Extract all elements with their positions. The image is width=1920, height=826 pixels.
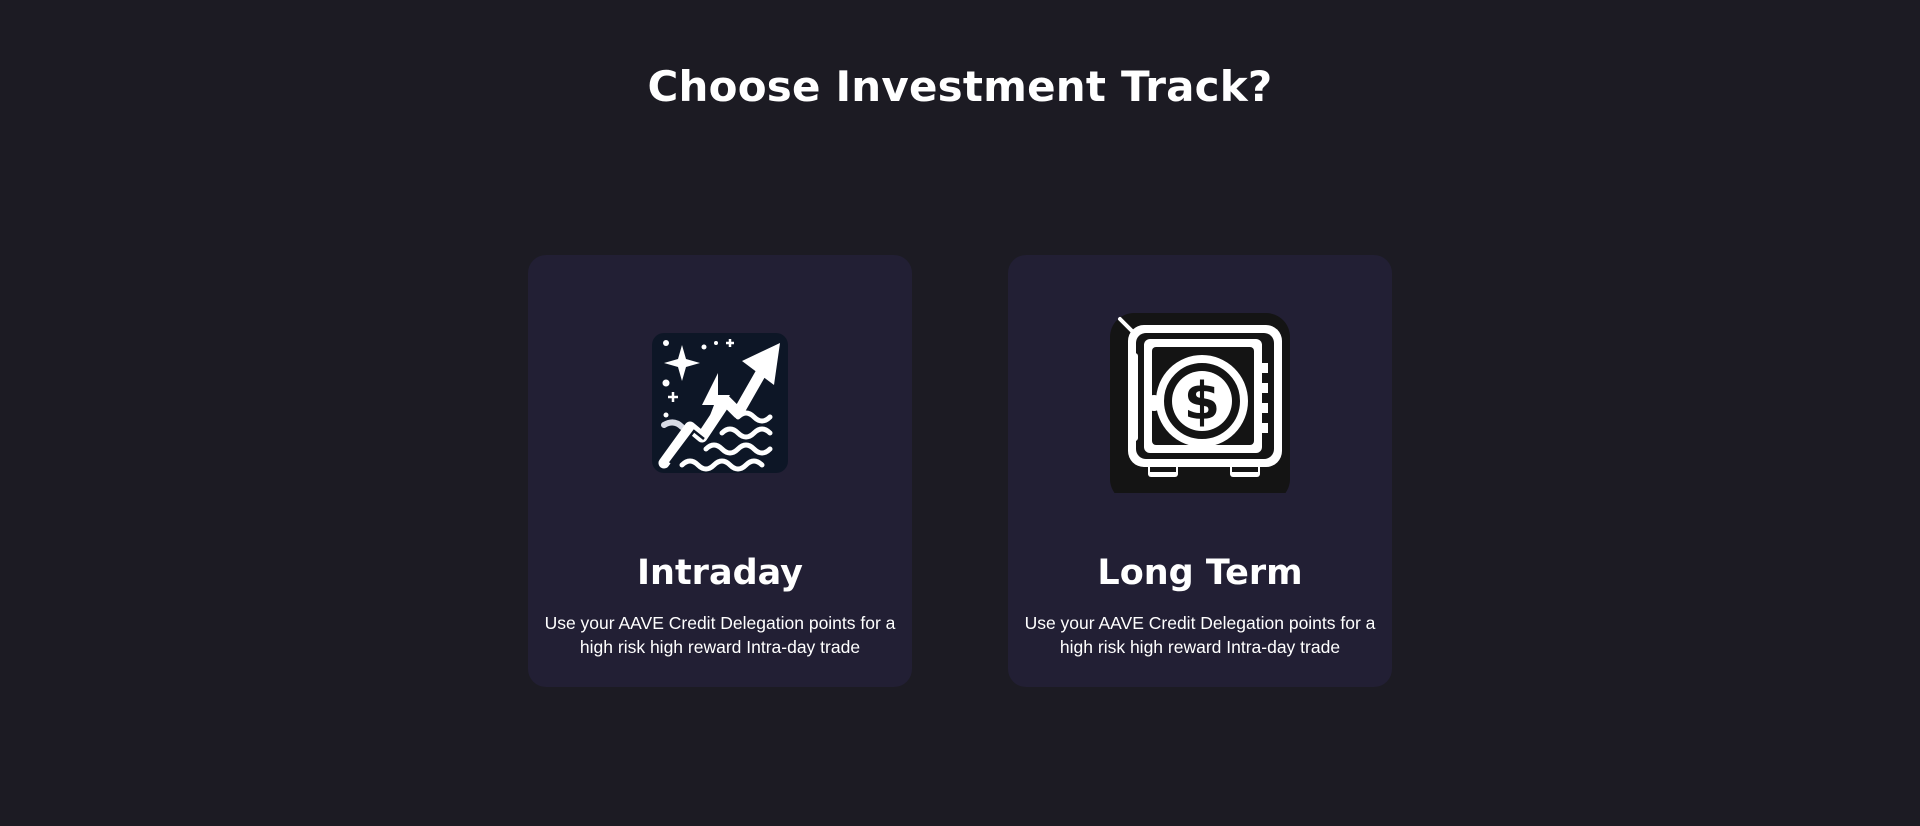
svg-text:$: $ xyxy=(1184,372,1220,432)
long-term-track-card[interactable]: $ Long Term Use your AAVE Credit Delegat… xyxy=(1008,255,1392,687)
intraday-track-card[interactable]: Intraday Use your AAVE Credit Delegation… xyxy=(528,255,912,687)
intraday-description: Use your AAVE Credit Delegation points f… xyxy=(544,613,896,657)
long-term-title: Long Term xyxy=(1097,553,1303,593)
page-title: Choose Investment Track? xyxy=(647,62,1273,111)
vault-dollar-icon: $ xyxy=(1110,313,1290,493)
long-term-description: Use your AAVE Credit Delegation points f… xyxy=(1024,613,1376,657)
intraday-trend-icon xyxy=(652,333,788,473)
intraday-title: Intraday xyxy=(637,553,803,593)
track-selection-page: Choose Investment Track? Intraday Use yo… xyxy=(0,0,1920,826)
